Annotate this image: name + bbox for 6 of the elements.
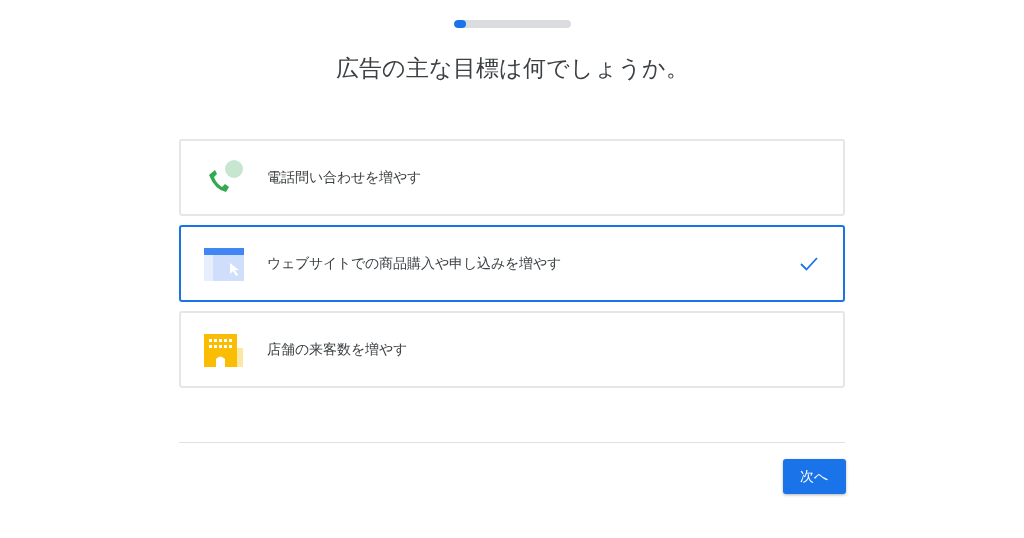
next-button[interactable]: 次へ (782, 459, 846, 494)
checkmark-icon (799, 255, 819, 272)
page-title: 広告の主な目標は何でしょうか。 (335, 54, 689, 83)
goal-option[interactable]: ウェブサイトでの商品購入や申し込みを増やす (179, 225, 845, 302)
goal-option[interactable]: 電話問い合わせを増やす (179, 139, 845, 216)
goal-option[interactable]: 店舗の来客数を増やす (179, 311, 845, 388)
